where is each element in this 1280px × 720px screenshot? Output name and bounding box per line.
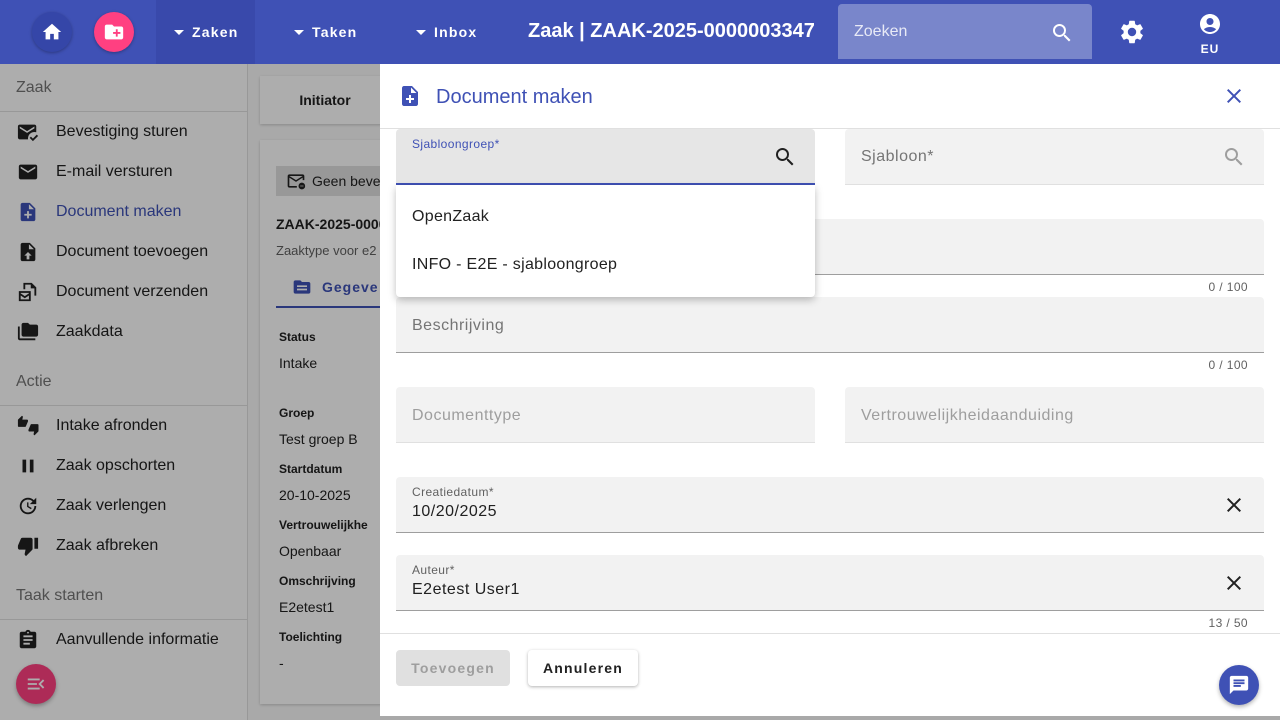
menu-zaken-label: Zaken [192, 24, 239, 40]
arrow-drop-down-icon [416, 29, 426, 35]
menu-inbox[interactable]: Inbox [416, 0, 477, 64]
clear-icon[interactable] [1222, 571, 1246, 595]
creatiedatum-value: 10/20/2025 [412, 503, 498, 520]
option-info-e2e-sjabloongroep[interactable]: INFO - E2E - sjabloongroep [396, 241, 815, 289]
home-icon [42, 23, 62, 40]
account-button[interactable]: EU [1190, 12, 1230, 56]
sjabloon-field[interactable]: Sjabloon* [845, 129, 1264, 185]
arrow-drop-down-icon [174, 29, 184, 35]
menu-zaken[interactable]: Zaken [156, 0, 255, 64]
arrow-drop-down-icon [294, 29, 304, 35]
search-field[interactable] [838, 4, 1092, 59]
search-icon[interactable] [773, 145, 797, 169]
sjabloongroep-label: Sjabloongroep* [412, 137, 500, 151]
documenttype-placeholder: Documenttype [412, 407, 522, 424]
creatiedatum-label: Creatiedatum* [412, 485, 494, 499]
panel-title: Document maken [436, 86, 593, 108]
document-maken-panel: Document maken Sjabloongroep* Sjabloon* … [380, 64, 1280, 716]
vertrouwelijkheid-placeholder: Vertrouwelijkheidaanduiding [861, 407, 1074, 424]
auteur-field[interactable]: Auteur* E2etest User1 [396, 555, 1264, 611]
search-icon[interactable] [1050, 21, 1074, 45]
titel-counter: 0 / 100 [1208, 280, 1248, 294]
close-icon[interactable] [1222, 84, 1246, 108]
auteur-label: Auteur* [412, 563, 455, 577]
top-app-bar: Zaken Taken Inbox Zaak | ZAAK-2025-00000… [0, 0, 1280, 64]
feedback-icon [1229, 675, 1249, 695]
menu-inbox-label: Inbox [434, 24, 478, 40]
annuleren-button[interactable]: Annuleren [528, 650, 638, 686]
auteur-value: E2etest User1 [412, 581, 520, 598]
account-circle-icon [1200, 14, 1220, 34]
backdrop-overlay-bottom [380, 716, 1280, 720]
search-icon[interactable] [1222, 145, 1246, 169]
gear-icon [1121, 20, 1143, 44]
menu-taken-label: Taken [312, 24, 358, 40]
page-title: Zaak | ZAAK-2025-0000003347 [528, 20, 815, 42]
beschrijving-counter: 0 / 100 [1208, 358, 1248, 372]
option-openzaak[interactable]: OpenZaak [396, 193, 815, 241]
search-input[interactable] [838, 4, 1038, 59]
auteur-counter: 13 / 50 [1208, 616, 1248, 630]
menu-taken[interactable]: Taken [294, 0, 357, 64]
create-zaak-icon [104, 24, 124, 40]
feedback-fab[interactable] [1219, 665, 1259, 705]
note-add-icon [402, 86, 418, 106]
backdrop-overlay[interactable] [0, 64, 380, 720]
vertrouwelijkheid-field[interactable]: Vertrouwelijkheidaanduiding [845, 387, 1264, 443]
sjabloon-placeholder: Sjabloon* [861, 148, 934, 165]
create-zaak-button[interactable] [94, 12, 134, 52]
beschrijving-placeholder: Beschrijving [412, 317, 505, 334]
clear-icon[interactable] [1222, 493, 1246, 517]
documenttype-field[interactable]: Documenttype [396, 387, 815, 443]
toevoegen-button[interactable]: Toevoegen [396, 650, 510, 686]
home-button[interactable] [32, 12, 72, 52]
panel-header: Document maken [380, 64, 1280, 129]
beschrijving-field[interactable]: Beschrijving [396, 297, 1264, 353]
settings-button[interactable] [1118, 18, 1146, 51]
creatiedatum-field[interactable]: Creatiedatum* 10/20/2025 [396, 477, 1264, 533]
sjabloongroep-field[interactable]: Sjabloongroep* [396, 129, 815, 185]
account-label: EU [1200, 42, 1220, 56]
sjabloongroep-options: OpenZaak INFO - E2E - sjabloongroep [396, 185, 815, 297]
footer-divider [380, 633, 1280, 634]
